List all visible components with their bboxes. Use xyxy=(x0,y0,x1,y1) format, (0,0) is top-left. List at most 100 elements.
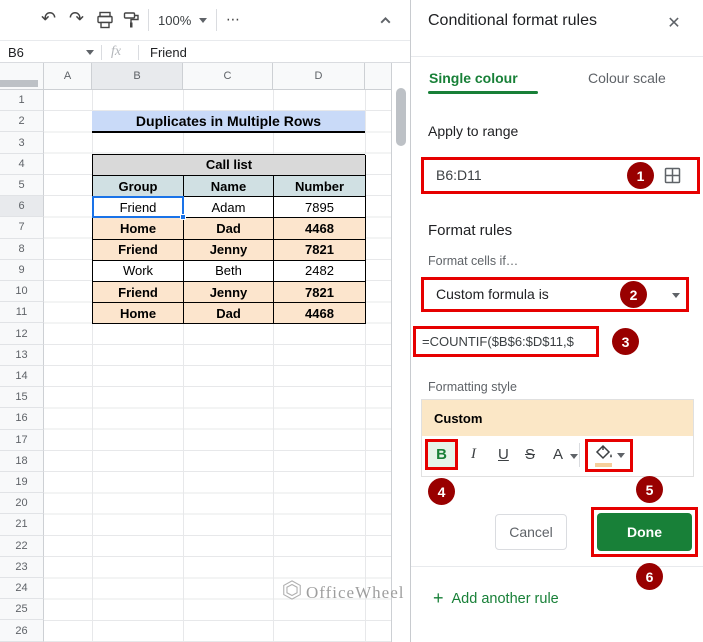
toolbar: ↶ ↷ 100% ⋯ xyxy=(0,0,410,40)
text-color-caret-icon[interactable] xyxy=(570,454,578,459)
row-header-7[interactable]: 7 xyxy=(0,217,44,238)
table-cell[interactable]: Jenny xyxy=(184,282,274,303)
fx-icon: fx xyxy=(111,44,121,60)
row-header-18[interactable]: 18 xyxy=(0,451,44,472)
column-header-d[interactable]: D xyxy=(273,63,365,90)
row-header-22[interactable]: 22 xyxy=(0,536,44,557)
table-cell[interactable]: Dad xyxy=(184,218,274,239)
table-cell[interactable]: 7821 xyxy=(274,240,366,261)
scrollbar-thumb[interactable] xyxy=(396,88,406,146)
row-header-8[interactable]: 8 xyxy=(0,239,44,260)
table-header-number[interactable]: Number xyxy=(274,176,366,197)
step-badge-5: 5 xyxy=(636,476,663,503)
row-header-14[interactable]: 14 xyxy=(0,366,44,387)
select-all-corner[interactable] xyxy=(0,63,44,90)
undo-icon[interactable]: ↶ xyxy=(41,8,56,29)
tab-single-colour[interactable]: Single colour xyxy=(429,70,518,86)
table-cell[interactable]: Dad xyxy=(184,303,274,324)
condition-caret-icon[interactable] xyxy=(672,293,680,298)
table-header-name[interactable]: Name xyxy=(184,176,274,197)
row-header-1[interactable]: 1 xyxy=(0,90,44,111)
column-header-a[interactable]: A xyxy=(44,63,92,90)
strikethrough-button[interactable]: S xyxy=(525,446,535,463)
column-header-b[interactable]: B xyxy=(92,63,183,90)
row-header-25[interactable]: 25 xyxy=(0,599,44,620)
zoom-caret-icon[interactable] xyxy=(199,18,207,23)
row-header-6[interactable]: 6 xyxy=(0,196,44,217)
table-cell[interactable]: Jenny xyxy=(184,240,274,261)
condition-dropdown[interactable]: Custom formula is xyxy=(436,286,549,302)
zoom-select[interactable]: 100% xyxy=(158,13,191,28)
table-cell[interactable]: Beth xyxy=(184,261,274,282)
call-list-table: Call listGroupNameNumberFriendAdam7895Ho… xyxy=(92,154,365,325)
done-button[interactable]: Done xyxy=(597,513,692,551)
format-preview: Custom xyxy=(422,400,693,436)
sheet-title-cell[interactable]: Duplicates in Multiple Rows xyxy=(92,111,365,132)
name-box-caret-icon[interactable] xyxy=(86,50,94,55)
table-cell[interactable]: Friend xyxy=(93,240,184,261)
table-cell[interactable]: 4468 xyxy=(274,218,366,239)
row-header-12[interactable]: 12 xyxy=(0,323,44,344)
italic-button[interactable]: I xyxy=(471,446,476,463)
collapse-toolbar-icon[interactable] xyxy=(378,13,393,33)
paint-format-icon[interactable] xyxy=(122,11,140,34)
bold-button[interactable]: B xyxy=(436,446,447,463)
text-color-button[interactable]: A xyxy=(553,446,563,463)
corner-bar xyxy=(0,80,38,87)
row-header-24[interactable]: 24 xyxy=(0,578,44,599)
custom-formula-input[interactable]: =COUNTIF($B$6:$D$11,$ xyxy=(422,334,594,349)
row-header-3[interactable]: 3 xyxy=(0,132,44,153)
row-header-16[interactable]: 16 xyxy=(0,408,44,429)
vertical-scrollbar[interactable] xyxy=(392,63,410,642)
row-header-15[interactable]: 15 xyxy=(0,387,44,408)
redo-icon[interactable]: ↷ xyxy=(69,8,84,29)
table-cell[interactable]: Work xyxy=(93,261,184,282)
column-header-edge[interactable] xyxy=(365,63,392,90)
row-header-4[interactable]: 4 xyxy=(0,154,44,175)
fill-color-button[interactable] xyxy=(594,444,614,468)
column-headers: ABCD xyxy=(0,63,392,90)
table-cell[interactable]: Home xyxy=(93,303,184,324)
name-box[interactable]: B6 xyxy=(8,45,24,60)
row-header-21[interactable]: 21 xyxy=(0,514,44,535)
row-header-17[interactable]: 17 xyxy=(0,430,44,451)
table-cell[interactable]: Friend xyxy=(93,282,184,303)
toolbar-divider xyxy=(148,9,149,31)
row-header-26[interactable]: 26 xyxy=(0,620,44,641)
table-title-cell[interactable]: Call list xyxy=(93,155,366,176)
annotation-box-fill xyxy=(585,439,633,472)
row-header-9[interactable]: 9 xyxy=(0,260,44,281)
print-icon[interactable] xyxy=(96,11,114,34)
column-header-c[interactable]: C xyxy=(183,63,273,90)
table-cell[interactable]: 7821 xyxy=(274,282,366,303)
annotation-box-range: B6:D11 xyxy=(421,157,700,194)
table-cell[interactable]: Friend xyxy=(93,197,184,218)
table-cell[interactable]: Home xyxy=(93,218,184,239)
table-row: HomeDad4468 xyxy=(93,303,365,324)
row-header-19[interactable]: 19 xyxy=(0,472,44,493)
add-another-rule-label: Add another rule xyxy=(452,591,559,607)
row-header-5[interactable]: 5 xyxy=(0,175,44,196)
range-input[interactable]: B6:D11 xyxy=(436,167,482,183)
underline-button[interactable]: U xyxy=(498,446,509,463)
row-header-23[interactable]: 23 xyxy=(0,557,44,578)
tab-colour-scale[interactable]: Colour scale xyxy=(588,70,666,86)
row-header-13[interactable]: 13 xyxy=(0,345,44,366)
add-another-rule-button[interactable]: + Add another rule xyxy=(433,588,559,609)
table-row: FriendJenny7821 xyxy=(93,240,365,261)
table-cell[interactable]: 2482 xyxy=(274,261,366,282)
row-header-10[interactable]: 10 xyxy=(0,281,44,302)
cancel-button[interactable]: Cancel xyxy=(495,514,567,550)
more-options-icon[interactable]: ⋯ xyxy=(226,11,241,28)
table-header-group[interactable]: Group xyxy=(93,176,184,197)
close-icon[interactable]: ✕ xyxy=(661,10,687,36)
row-header-2[interactable]: 2 xyxy=(0,111,44,132)
row-header-11[interactable]: 11 xyxy=(0,302,44,323)
row-header-20[interactable]: 20 xyxy=(0,493,44,514)
fill-color-caret-icon[interactable] xyxy=(617,453,625,458)
select-data-range-icon[interactable] xyxy=(664,167,681,189)
table-cell[interactable]: 7895 xyxy=(274,197,366,218)
table-cell[interactable]: 4468 xyxy=(274,303,366,324)
table-cell[interactable]: Adam xyxy=(184,197,274,218)
formula-input[interactable]: Friend xyxy=(150,45,187,60)
